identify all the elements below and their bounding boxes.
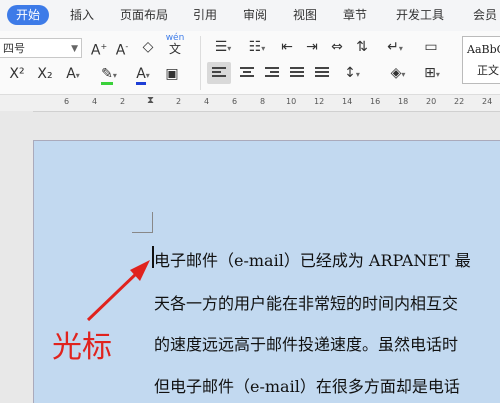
tab-developer[interactable]: 开发工具 [396, 5, 444, 25]
ruler-tick: 24 [482, 97, 493, 106]
distribute-icon [315, 67, 329, 79]
ruler-tick: 6 [232, 97, 238, 106]
eraser-icon[interactable]: ◇ [138, 36, 158, 58]
ruler-tick: 16 [370, 97, 381, 106]
ruler-tick: 4 [92, 97, 98, 106]
line-spacing-button[interactable]: ↕▾ [338, 62, 366, 84]
justify-button[interactable] [286, 62, 308, 84]
highlight-button[interactable]: ✎▾ [96, 63, 122, 85]
ruler-tick: 6 [64, 97, 70, 106]
ruler-tick: 14 [342, 97, 353, 106]
paragraph-line[interactable]: 电子邮件（e-mail）已经成为 ARPANET 最 [154, 247, 471, 271]
text-cursor [152, 246, 154, 268]
table-borders-icon[interactable]: ▭ [420, 36, 442, 58]
ruler-tick: 4 [204, 97, 210, 106]
align-center-icon [240, 67, 254, 79]
phonetic-guide-button[interactable]: wén 文 [163, 33, 187, 55]
margin-corner-mark [132, 232, 152, 233]
chevron-down-icon: ▼ [71, 44, 78, 54]
show-marks-button[interactable]: ↵▾ [380, 36, 410, 58]
style-name: 正文 [477, 64, 499, 77]
ruler-tick: 22 [454, 97, 465, 106]
align-left-icon [212, 67, 226, 79]
tab-view[interactable]: 视图 [293, 5, 317, 25]
chinese-layout-icon[interactable]: ⇔ [327, 36, 347, 58]
character-border-icon[interactable]: ▣ [162, 63, 182, 85]
tab-home[interactable]: 开始 [7, 5, 50, 25]
paragraph-line[interactable]: 天各一方的用户能在非常短的时间内相互交 [154, 290, 458, 314]
horizontal-ruler[interactable]: 6 4 2 ⧗ 2 4 6 8 10 12 14 16 18 20 22 24 [0, 95, 500, 112]
increase-indent-icon[interactable]: ⇥ [302, 36, 322, 58]
borders-button[interactable]: ⊞▾ [418, 62, 446, 84]
superscript-button[interactable]: X² [6, 63, 28, 85]
ruler-tick: 20 [426, 97, 437, 106]
align-center-button[interactable] [236, 62, 258, 84]
ruler-tick: 2 [176, 97, 182, 106]
annotation-label: 光标 [52, 330, 112, 365]
sort-icon[interactable]: ⇅ [352, 36, 372, 58]
divider [200, 36, 201, 90]
tab-chapter[interactable]: 章节 [343, 5, 367, 25]
ruler-tick: 2 [120, 97, 126, 106]
decrease-indent-icon[interactable]: ⇤ [277, 36, 297, 58]
numbered-list-button[interactable]: ☷▾ [244, 36, 270, 58]
font-size-combo[interactable]: 四号 ▼ [0, 38, 82, 58]
paragraph-line[interactable]: 的速度远远高于邮件投递速度。虽然电话时 [154, 331, 458, 355]
font-size-value: 四号 [3, 42, 25, 55]
style-gallery-normal[interactable]: AaBbC 正文 [462, 36, 500, 84]
shading-button[interactable]: ◈▾ [384, 62, 412, 84]
menu-bar: 开始 插入 页面布局 引用 审阅 视图 章节 开发工具 会员 [0, 0, 500, 31]
tab-page-layout[interactable]: 页面布局 [120, 5, 168, 25]
shrink-font-button[interactable]: A- [113, 36, 131, 59]
paragraph-line[interactable]: 但电子邮件（e-mail）在很多方面却是电话 [154, 373, 460, 397]
ruler-tick: 12 [314, 97, 325, 106]
text-effect-button[interactable]: A▾ [62, 63, 84, 85]
phonetic-char: 文 [168, 42, 181, 56]
page-gutter [0, 111, 33, 402]
margin-corner-mark [152, 212, 153, 233]
ruler-tick: 18 [398, 97, 409, 106]
ruler-tick: 8 [260, 97, 266, 106]
align-right-icon [265, 67, 279, 79]
indent-marker-icon[interactable]: ⧗ [147, 95, 154, 106]
align-right-button[interactable] [261, 62, 283, 84]
font-color-button[interactable]: A▾ [130, 63, 156, 85]
distribute-button[interactable] [311, 62, 333, 84]
grow-font-button[interactable]: A+ [90, 36, 108, 59]
tab-insert[interactable]: 插入 [70, 5, 94, 25]
subscript-button[interactable]: X₂ [34, 63, 56, 85]
tab-review[interactable]: 审阅 [243, 5, 267, 25]
bullet-list-button[interactable]: ☰▾ [210, 36, 236, 58]
tab-member[interactable]: 会员 [473, 5, 497, 25]
style-preview: AaBbC [467, 43, 500, 56]
tab-references[interactable]: 引用 [193, 5, 217, 25]
justify-icon [290, 67, 304, 79]
ruler-tick: 10 [286, 97, 297, 106]
align-left-button[interactable] [207, 62, 231, 84]
